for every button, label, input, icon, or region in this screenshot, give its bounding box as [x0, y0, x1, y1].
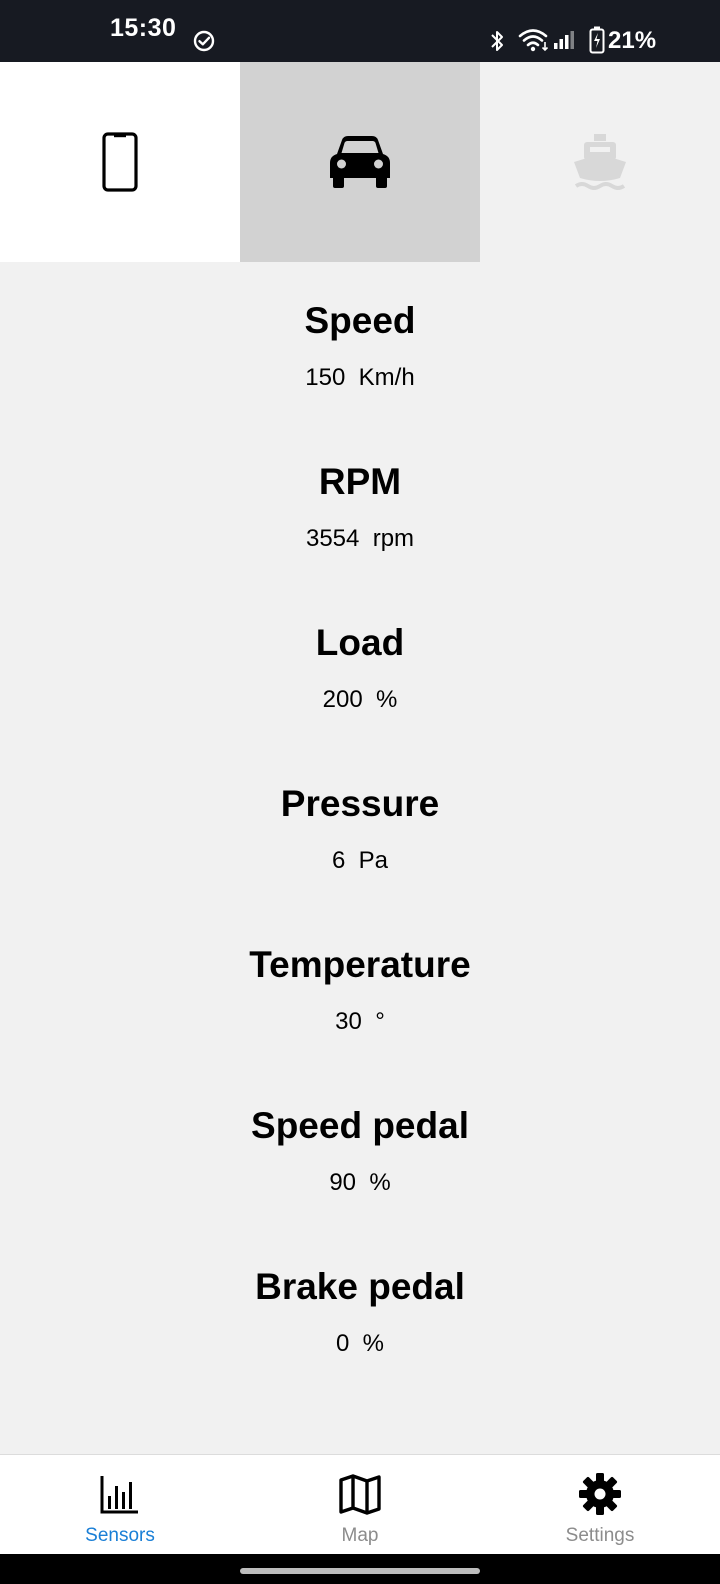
tab-car[interactable]: [240, 62, 480, 262]
nav-sensors-label: Sensors: [85, 1525, 155, 1546]
sensor-value: 3554 rpm: [305, 525, 415, 552]
bluetooth-icon: [491, 31, 503, 51]
sensor-temperature: Temperature 30 °: [0, 906, 720, 1067]
sensor-title: RPM: [318, 461, 402, 502]
sensor-title: Pressure: [280, 783, 440, 824]
signal-icon: [554, 31, 574, 49]
sensor-speed: Speed 150 Km/h: [0, 262, 720, 423]
sensor-value: 150 Km/h: [305, 364, 415, 391]
status-bar: 15:30 21%: [0, 0, 720, 62]
sensor-list: Speed 150 Km/h RPM 3554 rpm Load 200 % P…: [0, 262, 720, 1389]
smartphone-icon: [102, 132, 138, 192]
battery-percentage: 21%: [608, 27, 657, 54]
sensor-speed-pedal: Speed pedal 90 %: [0, 1067, 720, 1228]
nav-map-label: Map: [341, 1525, 379, 1546]
map-icon: [339, 1474, 381, 1515]
tab-boat[interactable]: [480, 62, 720, 262]
sensor-brake-pedal: Brake pedal 0 %: [0, 1228, 720, 1389]
sensor-title: Speed pedal: [251, 1105, 469, 1146]
sensor-title: Temperature: [249, 944, 471, 985]
gesture-handle[interactable]: [240, 1568, 480, 1574]
status-time: 15:30: [110, 14, 177, 42]
sensor-value: 90 %: [329, 1169, 391, 1196]
nav-settings-label: Settings: [565, 1525, 635, 1546]
wifi-icon: [518, 29, 549, 52]
battery-charging-icon: [589, 26, 605, 54]
sensor-title: Load: [315, 622, 405, 663]
bottom-navigation: Sensors Map Settings: [0, 1454, 720, 1554]
sensor-value: 30 °: [335, 1008, 385, 1035]
tab-phone[interactable]: [0, 62, 240, 262]
sensor-pressure: Pressure 6 Pa: [0, 745, 720, 906]
bar-chart-icon: [100, 1476, 138, 1514]
sensor-title: Brake pedal: [255, 1266, 465, 1307]
car-icon: [330, 136, 390, 188]
nav-sensors[interactable]: Sensors: [0, 1455, 240, 1555]
boat-icon: [574, 134, 626, 190]
sensor-rpm: RPM 3554 rpm: [0, 423, 720, 584]
check-circle-icon: [193, 30, 215, 52]
sensor-value: 200 %: [322, 686, 398, 713]
nav-settings[interactable]: Settings: [480, 1455, 720, 1555]
nav-map[interactable]: Map: [240, 1455, 480, 1555]
sensor-title: Speed: [304, 300, 416, 341]
sensor-load: Load 200 %: [0, 584, 720, 745]
sensor-value: 0 %: [335, 1330, 385, 1357]
sensor-value: 6 Pa: [331, 847, 389, 874]
vehicle-mode-tabs: [0, 62, 720, 262]
gear-icon: [579, 1473, 621, 1515]
